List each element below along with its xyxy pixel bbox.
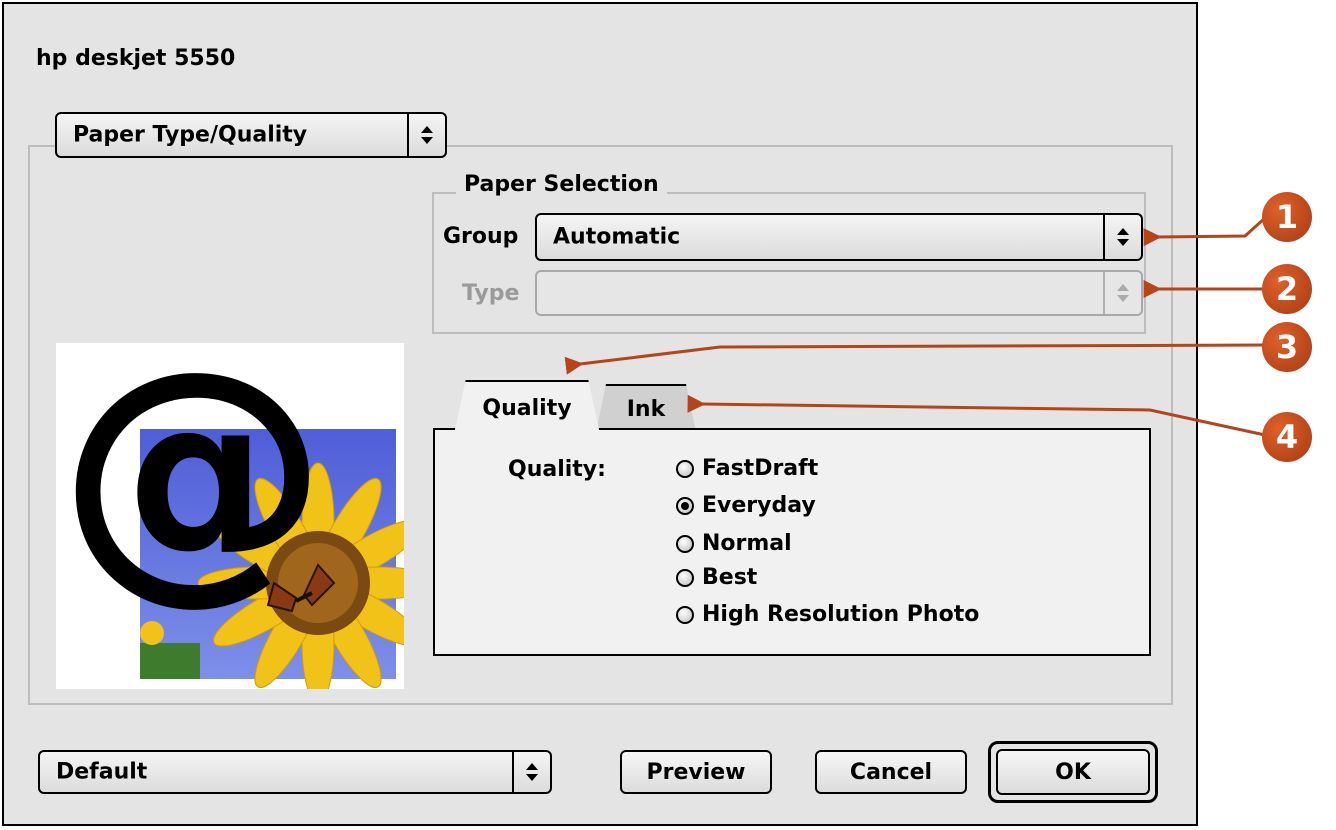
callout-badge-3: 3 — [1262, 322, 1312, 372]
callout-badge-4: 4 — [1262, 412, 1312, 462]
callout-badge-4-label: 4 — [1275, 418, 1299, 456]
callout-badge-1: 1 — [1262, 192, 1312, 242]
callout-arrow-1 — [1143, 216, 1267, 247]
callout-arrow-3 — [564, 343, 1266, 375]
callout-arrow-4 — [687, 394, 1266, 437]
callout-badge-3-label: 3 — [1275, 328, 1299, 366]
callout-arrows — [564, 216, 1267, 437]
callout-badge-1-label: 1 — [1275, 198, 1299, 236]
callout-badge-2-label: 2 — [1275, 270, 1299, 308]
callout-badge-2: 2 — [1262, 264, 1312, 314]
